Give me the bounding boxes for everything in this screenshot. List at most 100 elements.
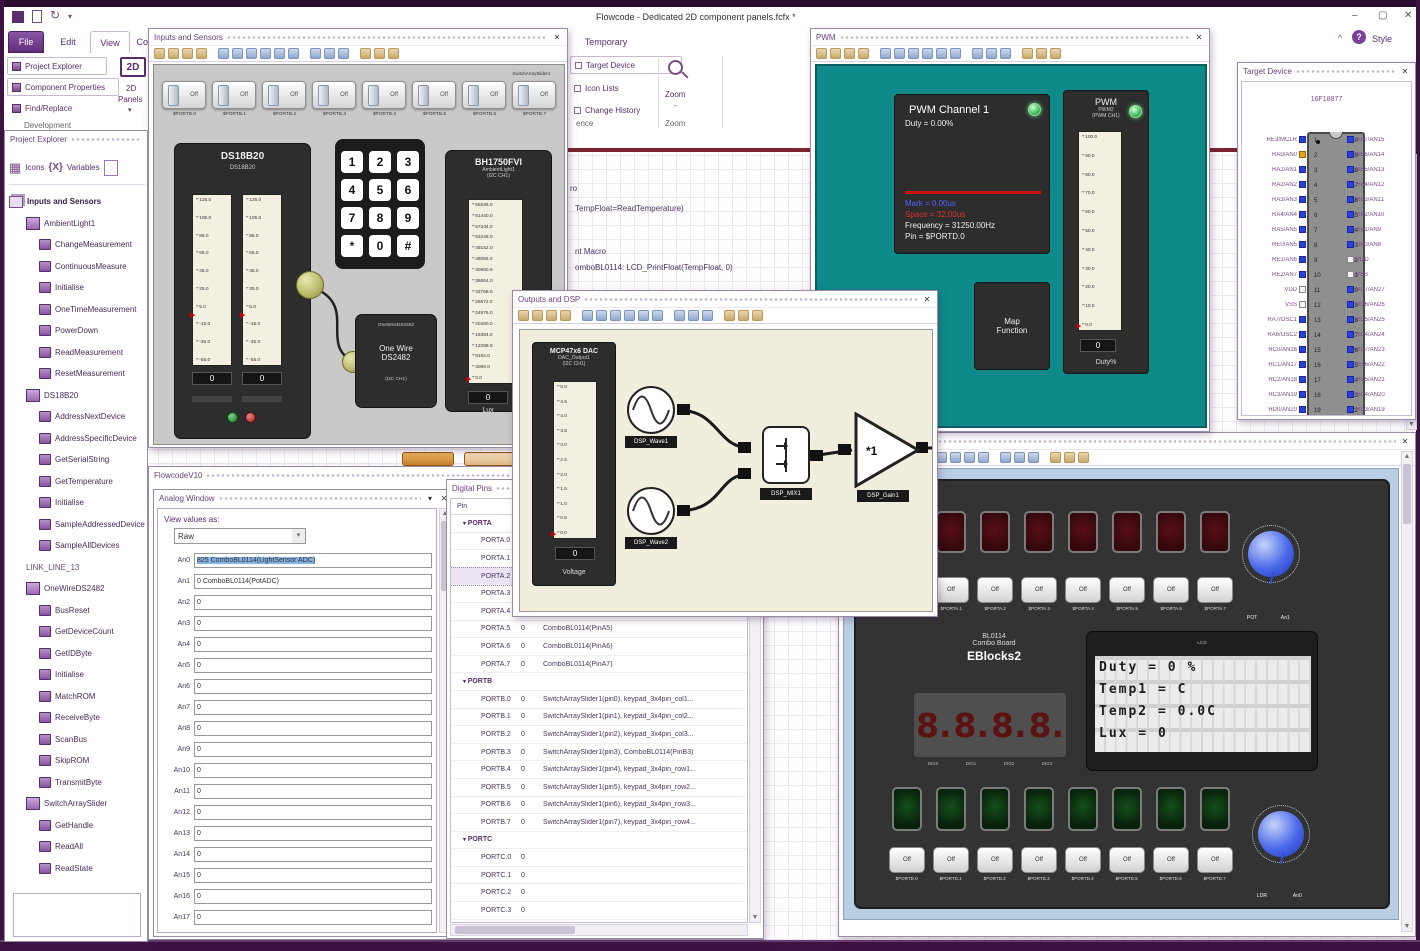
- digital-pin-row[interactable]: PORTB.0 0 SwitchArraySlider1(pin0), keyp…: [451, 691, 747, 709]
- toolbar-icon[interactable]: [546, 310, 557, 321]
- dsp-wave2-component[interactable]: [627, 487, 675, 535]
- analog-value-input[interactable]: 0: [194, 826, 432, 841]
- analog-row[interactable]: An1 0 ComboBL0114(PotADC): [164, 571, 432, 592]
- ldr-knob[interactable]: [1252, 805, 1310, 865]
- toolbar-icon[interactable]: [232, 48, 243, 59]
- analog-row[interactable]: An17 0: [164, 907, 432, 928]
- chip-pin[interactable]: RC6/AN22: [1347, 357, 1409, 372]
- digital-pin-row[interactable]: PORTC.0 0: [451, 849, 747, 867]
- chip-pin[interactable]: RE1/AN6: [1244, 252, 1306, 267]
- off-button[interactable]: Off: [1021, 847, 1057, 873]
- toolbar-icon[interactable]: [218, 48, 229, 59]
- toolbar-icon[interactable]: [978, 452, 989, 463]
- chip-pin[interactable]: VSS: [1347, 267, 1409, 282]
- digital-pin-row[interactable]: PORTB.4 0 SwitchArraySlider1(pin4), keyp…: [451, 761, 747, 779]
- toolbar-icon[interactable]: [154, 48, 165, 59]
- chip-pin[interactable]: RD4/AN24: [1347, 327, 1409, 342]
- chip-pin[interactable]: RA3/AN3: [1244, 192, 1306, 207]
- tree-item[interactable]: GetDeviceCount: [9, 621, 147, 643]
- tree-item[interactable]: GetHandle: [9, 815, 147, 837]
- toolbar-icon[interactable]: [816, 48, 827, 59]
- analog-value-input[interactable]: 0: [194, 637, 432, 652]
- chip-pin[interactable]: RB4/AN12: [1347, 177, 1409, 192]
- slide-switch[interactable]: Off: [462, 81, 506, 109]
- dac-value[interactable]: 0: [555, 547, 595, 560]
- panel-close-icon[interactable]: ✕: [552, 33, 562, 42]
- chip-pin[interactable]: RE3/MCLR: [1244, 132, 1306, 147]
- tree-item[interactable]: GetTemperature: [9, 471, 147, 493]
- off-button[interactable]: Off: [1197, 577, 1233, 603]
- toolbar-icon[interactable]: [260, 48, 271, 59]
- tree-item[interactable]: DS18B20: [9, 385, 147, 407]
- tree-item[interactable]: ScanBus: [9, 729, 147, 751]
- chip-pin[interactable]: VDD: [1347, 252, 1409, 267]
- chip-pin[interactable]: RB0/AN8: [1347, 237, 1409, 252]
- off-button[interactable]: Off: [1109, 847, 1145, 873]
- inputs-panel-header[interactable]: Inputs and Sensors ✕: [149, 29, 567, 45]
- analog-value-input[interactable]: 0: [194, 595, 432, 610]
- tree-item[interactable]: ReadState: [9, 858, 147, 880]
- tree-item[interactable]: SampleAddressedDevice: [9, 514, 147, 536]
- toolbar-icon[interactable]: [168, 48, 179, 59]
- ribbon-collapse-icon[interactable]: ^: [1338, 33, 1342, 43]
- tree-item[interactable]: OneWireDS2482: [9, 578, 147, 600]
- tab-edit[interactable]: Edit: [50, 31, 86, 53]
- chip-pin[interactable]: RD3/AN19: [1347, 402, 1409, 415]
- keypad-key[interactable]: 0: [369, 235, 391, 257]
- outputs-panel-header[interactable]: Outputs and DSP ✕: [513, 291, 937, 307]
- keypad-key[interactable]: #: [397, 235, 419, 257]
- off-button[interactable]: Off: [1065, 847, 1101, 873]
- toolbar-icon[interactable]: [324, 48, 335, 59]
- toolbar-icon[interactable]: [1078, 452, 1089, 463]
- toolbar-icon[interactable]: [652, 310, 663, 321]
- onewire-ds2482-component[interactable]: OneWireDS2482 One Wire DS2482 (I2C CH1): [355, 314, 437, 408]
- analog-row[interactable]: An12 0: [164, 802, 432, 823]
- keypad-key[interactable]: 3: [397, 151, 419, 173]
- keypad-key[interactable]: 9: [397, 207, 419, 229]
- digital-pin-row[interactable]: PORTB: [451, 673, 747, 691]
- tab-temporary[interactable]: Temporary: [571, 31, 641, 53]
- close-button[interactable]: ✕: [1404, 10, 1412, 21]
- analog-value-input[interactable]: 825 ComboBL0114(LightSensor ADC): [194, 553, 432, 568]
- tree-item[interactable]: SampleAllDevices: [9, 535, 147, 557]
- chip-pin[interactable]: RD5/AN25: [1347, 312, 1409, 327]
- keypad-key[interactable]: *: [341, 235, 363, 257]
- decrement-button[interactable]: [245, 412, 256, 423]
- chip-pin[interactable]: RA2/AN2: [1244, 177, 1306, 192]
- digital-pin-row[interactable]: PORTC.1 0: [451, 867, 747, 885]
- toolbar-icon[interactable]: [972, 48, 983, 59]
- analog-value-input[interactable]: 0: [194, 868, 432, 883]
- toolbar-icon[interactable]: [610, 310, 621, 321]
- keypad-key[interactable]: 8: [369, 207, 391, 229]
- slide-switch[interactable]: Off: [162, 81, 206, 109]
- bh1750-value[interactable]: 0: [468, 391, 508, 404]
- toolbar-icon[interactable]: [738, 310, 749, 321]
- off-button[interactable]: Off: [1153, 577, 1189, 603]
- digital-pin-row[interactable]: PORTC.3 0: [451, 902, 747, 920]
- ribbon-find-replace-button[interactable]: Find/Replace: [7, 99, 93, 117]
- toolbar-icon[interactable]: [1028, 452, 1039, 463]
- variables-icon[interactable]: {X}: [48, 162, 62, 173]
- analog-row[interactable]: An10 0: [164, 760, 432, 781]
- dsp-gain-component[interactable]: *1: [854, 412, 924, 488]
- slide-switch[interactable]: Off: [212, 81, 256, 109]
- analog-value-input[interactable]: 0: [194, 889, 432, 904]
- off-button[interactable]: Off: [977, 847, 1013, 873]
- tree-item[interactable]: AmbientLight1: [9, 213, 147, 235]
- toolbar-icon[interactable]: [752, 310, 763, 321]
- tree-item[interactable]: MatchROM: [9, 686, 147, 708]
- chip-pin[interactable]: RB6/AN14: [1347, 147, 1409, 162]
- toolbar-icon[interactable]: [638, 310, 649, 321]
- tab-file[interactable]: File: [8, 31, 44, 53]
- toolbar-icon[interactable]: [246, 48, 257, 59]
- flowchart-icon-block[interactable]: [402, 452, 454, 466]
- toolbar-icon[interactable]: [582, 310, 593, 321]
- analog-value-input[interactable]: 0: [194, 847, 432, 862]
- slide-switch[interactable]: Off: [262, 81, 306, 109]
- keypad-key[interactable]: 5: [369, 179, 391, 201]
- analog-value-input[interactable]: 0: [194, 784, 432, 799]
- digital-pin-row[interactable]: PORTA.5 0 ComboBL0114(PinA5): [451, 621, 747, 639]
- tree-item[interactable]: SkipROM: [9, 750, 147, 772]
- toolbar-icon[interactable]: [844, 48, 855, 59]
- chip-pin[interactable]: VSS: [1244, 297, 1306, 312]
